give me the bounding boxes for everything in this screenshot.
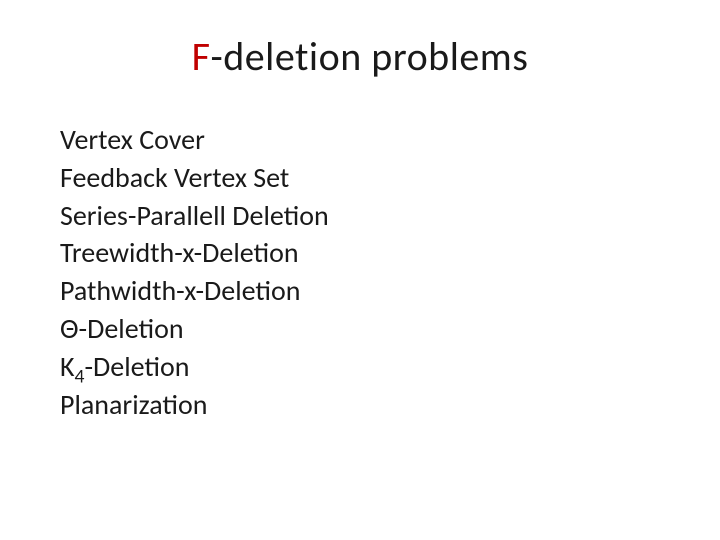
content-list: Vertex Cover Feedback Vertex Set Series-… [60,121,660,423]
list-item: Θ-Deletion [60,310,660,348]
list-item: Planarization [60,386,660,424]
list-item: Series-Parallell Deletion [60,197,660,235]
slide: F-deletion problems Vertex Cover Feedbac… [0,0,720,540]
title-accent: F [192,32,211,81]
slide-title: F-deletion problems [60,32,660,81]
list-item: Pathwidth-x-Deletion [60,272,660,310]
k4-prefix: K [60,349,75,384]
list-item: Feedback Vertex Set [60,159,660,197]
list-item: Vertex Cover [60,121,660,159]
title-rest: -deletion problems [211,32,529,81]
list-item: Treewidth-x-Deletion [60,234,660,272]
list-item: K4-Deletion [60,348,660,386]
k4-subscript: 4 [75,364,85,388]
k4-suffix: -Deletion [84,349,189,384]
